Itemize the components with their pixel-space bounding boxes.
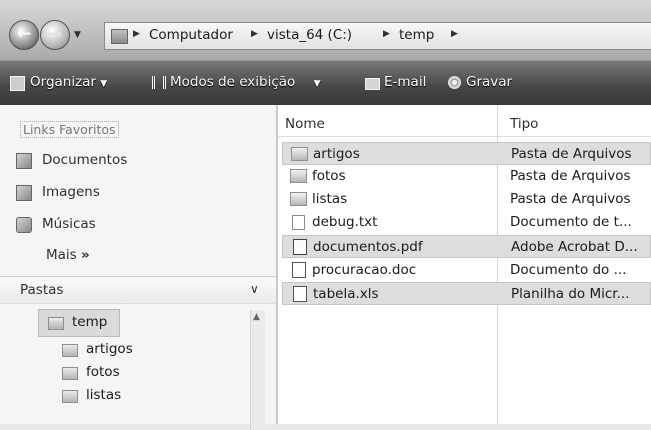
music-icon — [16, 217, 32, 233]
folder-icon — [290, 169, 307, 183]
breadcrumb-separator-icon[interactable]: ▶ — [451, 29, 458, 39]
folder-icon — [62, 344, 78, 357]
folder-icon — [290, 192, 307, 206]
address-breadcrumb[interactable]: ▶ Computador ▶ vista_64 (C:) ▶ temp ▶ — [104, 22, 651, 50]
folder-icon — [291, 147, 308, 161]
file-row-tabela-xls[interactable]: tabela.xls Planilha do Micr... — [282, 282, 651, 305]
chevron-down-icon: ▼ — [100, 79, 108, 89]
file-name: tabela.xls — [313, 286, 379, 302]
favorite-link-imagens[interactable]: Imagens — [42, 184, 100, 200]
file-type: Adobe Acrobat D... — [511, 239, 638, 255]
favorites-header: Links Favoritos — [20, 121, 119, 138]
folders-header: Pastas — [20, 282, 64, 298]
more-links-button[interactable]: Mais » — [46, 247, 90, 263]
views-label: Modos de exibição — [170, 74, 296, 90]
burn-disc-icon — [448, 76, 461, 89]
breadcrumb-temp[interactable]: temp — [399, 27, 434, 43]
folder-icon — [48, 317, 64, 330]
column-header-type[interactable]: Tipo — [510, 116, 538, 132]
burn-label: Gravar — [466, 74, 513, 90]
excel-file-icon — [293, 286, 307, 302]
tree-item-fotos[interactable]: fotos — [86, 364, 120, 380]
back-arrow-icon: ← — [16, 24, 32, 44]
more-label: Mais — [46, 247, 77, 263]
computer-icon — [111, 29, 128, 44]
file-name: documentos.pdf — [313, 239, 423, 255]
file-type: Pasta de Arquivos — [511, 146, 632, 162]
favorite-link-documentos[interactable]: Documentos — [42, 152, 127, 168]
forward-arrow-icon: → — [47, 24, 63, 44]
favorite-link-musicas[interactable]: Músicas — [42, 216, 96, 232]
file-list: Nome Tipo artigos Pasta de Arquivos foto… — [278, 105, 651, 424]
folder-icon — [62, 390, 78, 403]
views-button[interactable]: Modos de exibição ▼ — [170, 74, 321, 90]
history-dropdown-icon[interactable]: ▼ — [74, 30, 81, 40]
file-row-listas[interactable]: listas Pasta de Arquivos — [282, 188, 651, 211]
address-bar-area: ← → ▼ ▶ Computador ▶ vista_64 (C:) ▶ tem… — [0, 0, 651, 60]
email-button[interactable]: E-mail — [384, 74, 426, 90]
burn-button[interactable]: Gravar — [466, 74, 512, 90]
folders-header-bar[interactable]: Pastas ∨ — [0, 276, 276, 304]
chevron-down-icon[interactable]: ∨ — [250, 282, 259, 296]
forward-button[interactable]: → — [40, 20, 70, 50]
file-name: fotos — [312, 168, 346, 184]
organize-button[interactable]: Organizar ▼ — [30, 74, 107, 90]
breadcrumb-separator-icon[interactable]: ▶ — [383, 29, 390, 39]
folder-icon — [62, 367, 78, 380]
documents-icon — [16, 153, 32, 169]
back-button[interactable]: ← — [9, 20, 39, 50]
file-type: Pasta de Arquivos — [510, 168, 631, 184]
tree-item-listas[interactable]: listas — [86, 387, 121, 403]
tree-item-temp[interactable]: temp — [72, 314, 107, 330]
text-file-icon — [292, 215, 305, 230]
chevron-down-icon: ▼ — [313, 79, 321, 89]
file-name: debug.txt — [312, 214, 378, 230]
header-divider — [278, 136, 651, 137]
email-label: E-mail — [384, 74, 427, 90]
file-row-artigos[interactable]: artigos Pasta de Arquivos — [282, 142, 651, 165]
word-file-icon — [292, 262, 306, 278]
file-name: artigos — [313, 146, 360, 162]
file-type: Documento de t... — [510, 214, 632, 230]
command-toolbar: Organizar ▼ Modos de exibição ▼ E-mail G… — [0, 60, 651, 106]
file-type: Pasta de Arquivos — [510, 191, 631, 207]
breadcrumb-computador[interactable]: Computador — [149, 27, 233, 43]
file-name: listas — [312, 191, 348, 207]
file-type: Planilha do Micr... — [511, 286, 630, 302]
pdf-file-icon — [293, 239, 307, 255]
breadcrumb-drive-c[interactable]: vista_64 (C:) — [267, 27, 352, 43]
tree-item-artigos[interactable]: artigos — [86, 341, 133, 357]
double-chevron-icon: » — [81, 247, 90, 263]
navigation-pane: Links Favoritos Documentos Imagens Músic… — [0, 105, 276, 430]
pictures-icon — [16, 185, 32, 201]
breadcrumb-separator-icon[interactable]: ▶ — [251, 29, 258, 39]
organize-icon — [10, 76, 25, 91]
email-icon — [365, 78, 380, 90]
column-header-name[interactable]: Nome — [285, 116, 325, 132]
organize-label: Organizar — [30, 74, 96, 90]
file-row-procuracao-doc[interactable]: procuracao.doc Documento do ... — [282, 259, 651, 282]
folder-tree-scrollbar[interactable]: ▲ — [250, 310, 265, 430]
file-row-fotos[interactable]: fotos Pasta de Arquivos — [282, 165, 651, 188]
file-row-documentos-pdf[interactable]: documentos.pdf Adobe Acrobat D... — [282, 235, 651, 258]
file-row-debug-txt[interactable]: debug.txt Documento de t... — [282, 211, 651, 234]
breadcrumb-separator-icon[interactable]: ▶ — [133, 29, 140, 39]
file-name: procuracao.doc — [312, 262, 417, 278]
views-icon — [152, 76, 166, 89]
scroll-up-icon[interactable]: ▲ — [253, 312, 260, 322]
file-type: Documento do ... — [510, 262, 627, 278]
